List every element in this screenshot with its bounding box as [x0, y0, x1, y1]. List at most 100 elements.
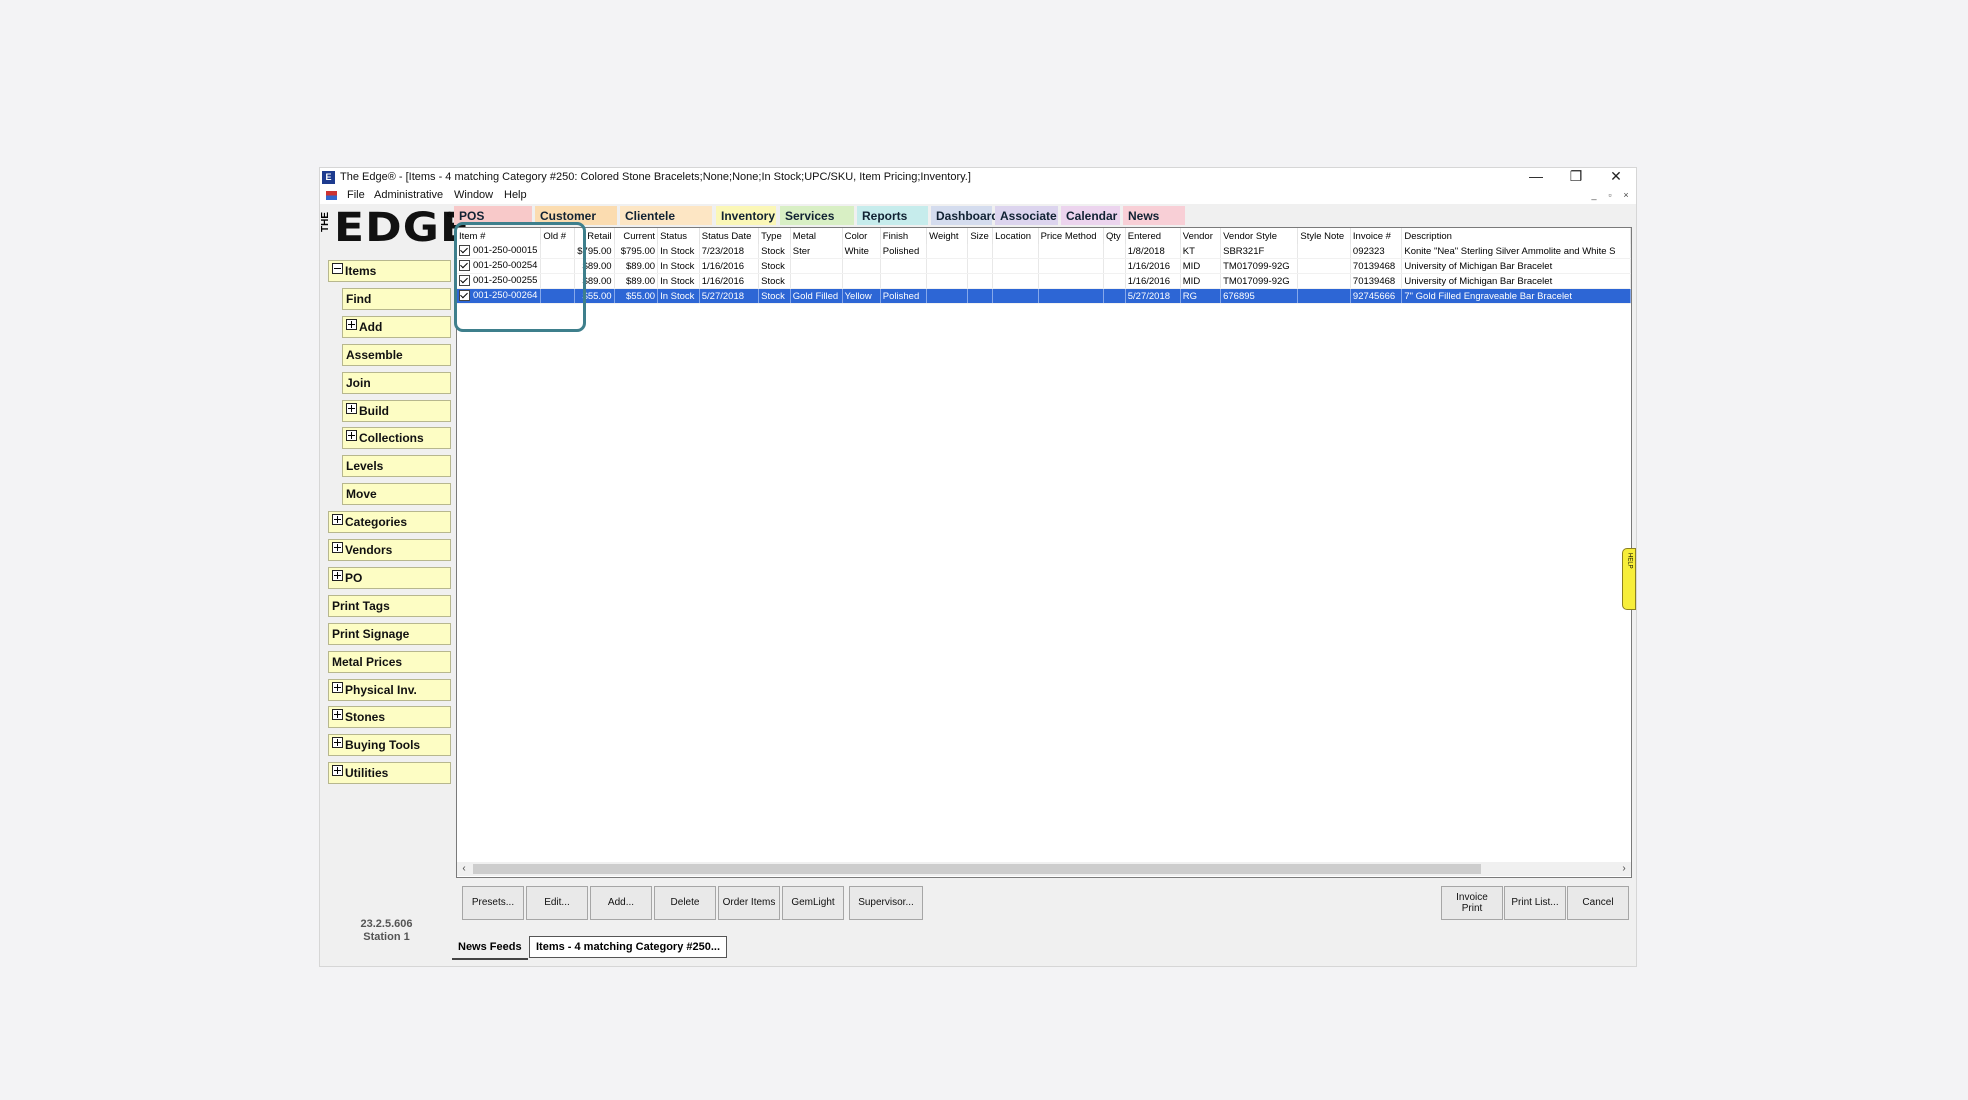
- expand-icon[interactable]: [332, 542, 343, 553]
- column-header[interactable]: Vendor Style: [1220, 228, 1299, 244]
- scroll-thumb[interactable]: [473, 864, 1481, 874]
- expand-icon[interactable]: [332, 737, 343, 749]
- tab-items-window[interactable]: Items - 4 matching Category #250...: [529, 936, 728, 958]
- table-row[interactable]: 001-250-00255 $89.00 $89.00 In Stock 1/16/20…: [457, 273, 1631, 289]
- table-cell: [1038, 258, 1105, 274]
- help-tab[interactable]: HELP: [1622, 548, 1636, 610]
- delete-button[interactable]: Delete: [654, 886, 716, 920]
- sidebar-item-categories[interactable]: Categories: [328, 511, 451, 534]
- supervisor-button[interactable]: Supervisor...: [849, 886, 923, 920]
- sidebar-item-move[interactable]: Move: [342, 483, 451, 506]
- tab-associate[interactable]: Associate: [995, 206, 1058, 225]
- scroll-left-icon[interactable]: ‹: [457, 862, 471, 876]
- sidebar-item-metal-prices[interactable]: Metal Prices: [328, 650, 451, 673]
- sidebar-item-add[interactable]: Add: [342, 315, 451, 338]
- column-header[interactable]: Finish: [880, 228, 928, 244]
- sidebar-item-label: Stones: [345, 710, 386, 725]
- column-header[interactable]: Status Date: [699, 228, 760, 244]
- column-header[interactable]: Status: [657, 228, 700, 244]
- expand-icon[interactable]: [332, 765, 343, 777]
- print-list-button[interactable]: Print List...: [1504, 886, 1566, 920]
- sidebar-item-vendors[interactable]: Vendors: [328, 539, 451, 561]
- column-header[interactable]: Current: [614, 228, 659, 244]
- expand-icon[interactable]: [332, 569, 343, 581]
- collapse-icon[interactable]: [332, 263, 343, 274]
- expand-icon[interactable]: [346, 318, 357, 330]
- sidebar-item-print-tags[interactable]: Print Tags: [328, 594, 451, 617]
- menu-window[interactable]: Window: [454, 187, 493, 204]
- sidebar-item-assemble[interactable]: Assemble: [342, 343, 451, 366]
- table-cell: [992, 244, 1039, 259]
- sidebar-item-physical-inv[interactable]: Physical Inv.: [328, 678, 451, 701]
- horizontal-scrollbar[interactable]: ‹ ›: [457, 862, 1631, 876]
- table-cell: RG: [1180, 288, 1222, 304]
- edge-logo: THE EDGE ®: [320, 205, 470, 251]
- sidebar-item-stones[interactable]: Stones: [328, 706, 451, 729]
- minimize-icon[interactable]: —: [1516, 168, 1556, 187]
- mdi-close-icon[interactable]: ×: [1620, 189, 1632, 201]
- column-header[interactable]: Size: [967, 228, 994, 244]
- add-button[interactable]: Add...: [590, 886, 652, 920]
- close-icon[interactable]: ✕: [1596, 168, 1636, 187]
- mdi-doc-icon[interactable]: [326, 191, 337, 200]
- scroll-right-icon[interactable]: ›: [1617, 862, 1631, 876]
- mdi-minimize-icon[interactable]: _: [1588, 189, 1600, 201]
- table-cell: 1/16/2016: [699, 273, 760, 289]
- tab-dashboards[interactable]: Dashboards: [931, 206, 1005, 225]
- column-header[interactable]: Invoice #: [1350, 228, 1403, 244]
- sidebar-item-print-signage[interactable]: Print Signage: [328, 622, 451, 645]
- edit-button[interactable]: Edit...: [526, 886, 588, 920]
- table-cell: [992, 258, 1039, 274]
- table-row[interactable]: 001-250-00254 $89.00 $89.00 In Stock 1/16/20…: [457, 258, 1631, 274]
- column-header[interactable]: Qty: [1103, 228, 1126, 244]
- order-items-button[interactable]: Order Items: [718, 886, 780, 920]
- sidebar-item-collections[interactable]: Collections: [342, 427, 451, 450]
- sidebar-item-join[interactable]: Join: [342, 371, 451, 394]
- table-cell: $795.00: [614, 244, 659, 259]
- expand-icon[interactable]: [346, 430, 357, 442]
- column-header[interactable]: Color: [842, 228, 881, 244]
- tab-news-feeds[interactable]: News Feeds: [452, 936, 528, 960]
- tab-calendar[interactable]: Calendar: [1061, 206, 1120, 225]
- tab-reports[interactable]: Reports: [857, 206, 928, 225]
- menu-file[interactable]: File: [347, 187, 365, 204]
- sidebar-item-utilities[interactable]: Utilities: [328, 762, 451, 785]
- gemlight-button[interactable]: GemLight: [782, 886, 844, 920]
- tab-news[interactable]: News: [1123, 206, 1185, 225]
- sidebar-item-find[interactable]: Find: [342, 287, 451, 310]
- tab-inventory[interactable]: Inventory: [716, 206, 776, 225]
- tab-clientele[interactable]: Clientele: [620, 206, 712, 225]
- expand-icon[interactable]: [346, 402, 357, 414]
- expand-icon[interactable]: [332, 709, 343, 721]
- column-header[interactable]: Price Method: [1038, 228, 1105, 244]
- column-header[interactable]: Location: [992, 228, 1039, 244]
- sidebar-item-po[interactable]: PO: [328, 566, 451, 589]
- sidebar-item-levels[interactable]: Levels: [342, 455, 451, 478]
- column-header[interactable]: Type: [758, 228, 791, 244]
- maximize-icon[interactable]: ❐: [1556, 168, 1596, 187]
- expand-icon[interactable]: [332, 514, 343, 526]
- presets-button[interactable]: Presets...: [462, 886, 524, 920]
- table-cell: TM017099-92G: [1220, 273, 1299, 289]
- expand-icon[interactable]: [332, 681, 343, 693]
- sidebar-item-buying-tools[interactable]: Buying Tools: [328, 734, 451, 757]
- invoice-print-button[interactable]: Invoice Print: [1441, 886, 1503, 920]
- menu-administrative[interactable]: Administrative: [374, 187, 443, 204]
- mdi-restore-icon[interactable]: ▫: [1604, 189, 1616, 201]
- table-row[interactable]: 001-250-00264 $55.00 $55.00 In Stock 5/27/20…: [457, 288, 1631, 304]
- column-header[interactable]: Vendor: [1180, 228, 1222, 244]
- table-cell: [1297, 258, 1351, 274]
- column-header[interactable]: Style Note: [1297, 228, 1351, 244]
- sidebar-item-items[interactable]: Items: [328, 260, 451, 282]
- tab-services[interactable]: Services: [780, 206, 854, 225]
- table-row[interactable]: 001-250-00015 $795.00 $795.00 In Stock 7/23/…: [457, 244, 1631, 259]
- column-header[interactable]: Weight: [926, 228, 969, 244]
- cancel-button[interactable]: Cancel: [1567, 886, 1629, 920]
- column-header[interactable]: Entered: [1125, 228, 1181, 244]
- sidebar-item-label: Move: [346, 487, 377, 502]
- table-cell: In Stock: [657, 288, 700, 304]
- column-header[interactable]: Metal: [790, 228, 843, 244]
- column-header[interactable]: Description: [1401, 228, 1631, 244]
- sidebar-item-build[interactable]: Build: [342, 399, 451, 422]
- menu-help[interactable]: Help: [504, 187, 527, 204]
